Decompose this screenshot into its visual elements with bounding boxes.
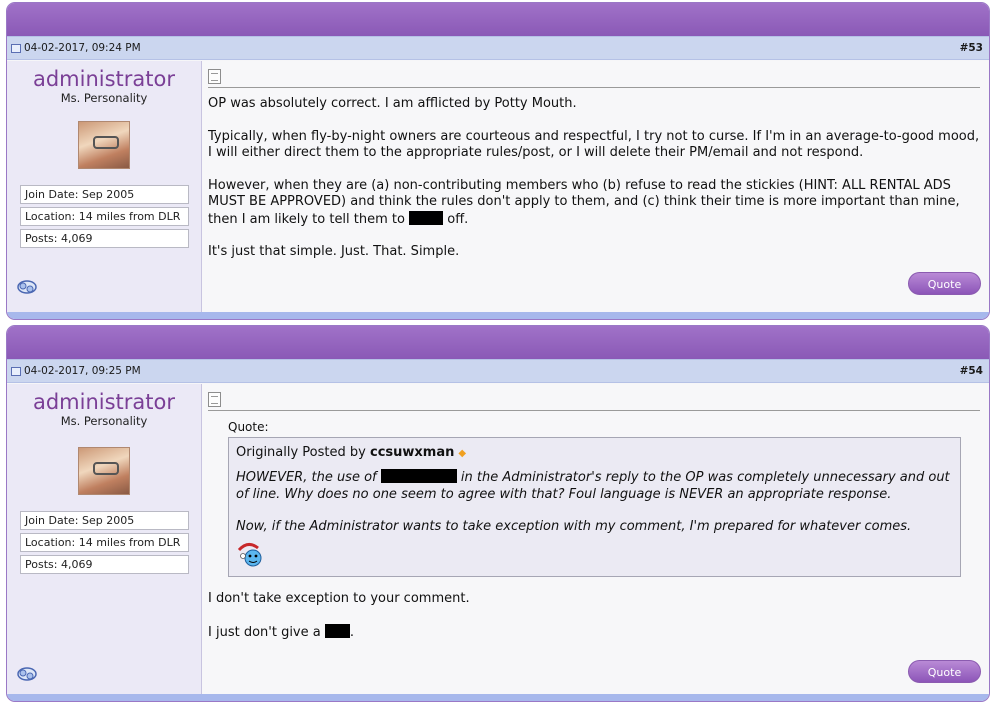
user-info-panel: administrator Ms. Personality Join Date:… — [7, 61, 202, 312]
post-date: 04-02-2017, 09:25 PM — [24, 365, 141, 377]
quote-button[interactable]: Quote — [908, 660, 981, 683]
post-content: OP was absolutely correct. I am afflicte… — [202, 61, 989, 312]
post-icon — [11, 366, 21, 376]
username-link[interactable]: administrator — [7, 67, 201, 91]
post-header-bar — [7, 3, 989, 36]
post-paragraph: It's just that simple. Just. That. Simpl… — [208, 244, 460, 259]
post-paragraph: Typically, when fly-by-night owners are … — [208, 128, 980, 161]
post-text: . — [349, 624, 355, 640]
post-53: 04-02-2017, 09:24 PM #53 administrator M… — [6, 2, 990, 320]
post-number-link[interactable]: #54 — [960, 365, 983, 377]
post-icon — [11, 43, 21, 53]
post-content: Quote: Originally Posted by ccsuwxman ◆ H… — [202, 384, 989, 694]
quote-button[interactable]: Quote — [908, 272, 981, 295]
smiley-icon — [237, 542, 262, 566]
location: Location: 14 miles from DLR — [20, 533, 189, 552]
post-count: Posts: 4,069 — [20, 229, 189, 248]
online-status-icon — [17, 280, 37, 294]
post-footer-strip — [7, 694, 989, 701]
quote-box: Originally Posted by ccsuwxman ◆ HOWEVER,… — [228, 437, 961, 577]
post-54: 04-02-2017, 09:25 PM #54 administrator M… — [6, 325, 990, 702]
post-paragraph: OP was absolutely correct. I am afflicte… — [208, 96, 577, 111]
diamond-icon[interactable]: ◆ — [458, 448, 466, 459]
content-separator — [208, 410, 980, 411]
username-link[interactable]: administrator — [7, 390, 201, 414]
message-icon — [208, 69, 221, 84]
post-date-bar: 04-02-2017, 09:24 PM #53 — [7, 36, 989, 60]
quote-author: ccsuwxman — [369, 445, 455, 460]
post-header-bar — [7, 326, 989, 359]
post-number: 53 — [968, 42, 983, 54]
post-number-link[interactable]: #53 — [960, 42, 983, 54]
redacted-word — [380, 469, 457, 483]
user-info-panel: administrator Ms. Personality Join Date:… — [7, 384, 202, 694]
avatar[interactable] — [78, 447, 130, 495]
post-footer-strip — [7, 312, 989, 319]
post-text: I just don't give a — [208, 624, 321, 640]
message-icon — [208, 392, 221, 407]
location: Location: 14 miles from DLR — [20, 207, 189, 226]
quote-text: HOWEVER, the use of — [236, 470, 377, 485]
post-number: 54 — [968, 365, 983, 377]
post-count: Posts: 4,069 — [20, 555, 189, 574]
post-paragraph: However, when they are (a) non-contribut… — [208, 178, 980, 229]
join-date: Join Date: Sep 2005 — [20, 185, 189, 204]
redacted-word — [324, 623, 350, 638]
post-message: OP was absolutely correct. I am afflicte… — [208, 96, 980, 261]
quote-body: HOWEVER, the use of in the Administrator… — [236, 469, 953, 536]
avatar[interactable] — [78, 121, 130, 169]
post-text: However, when they are (a) non-contribut… — [208, 177, 960, 227]
post-message: I don't take exception to your comment. … — [208, 591, 980, 641]
join-date: Join Date: Sep 2005 — [20, 511, 189, 530]
quote-paragraph: HOWEVER, the use of in the Administrator… — [236, 469, 953, 503]
online-status-icon — [17, 667, 37, 681]
post-text: off. — [447, 211, 469, 227]
post-date: 04-02-2017, 09:24 PM — [24, 42, 141, 54]
post-paragraph: I just don't give a . — [208, 623, 980, 642]
quote-attribution: Originally Posted by ccsuwxman ◆ — [236, 445, 953, 460]
user-title: Ms. Personality — [60, 414, 148, 428]
user-title: Ms. Personality — [60, 91, 148, 105]
post-paragraph: I don't take exception to your comment. — [208, 591, 470, 606]
quote-paragraph: Now, if the Administrator wants to take … — [236, 519, 912, 534]
post-date-bar: 04-02-2017, 09:25 PM #54 — [7, 359, 989, 383]
quote-heading: Quote: — [228, 420, 269, 434]
content-separator — [208, 87, 980, 88]
quote-posted-by: Originally Posted by — [236, 445, 366, 460]
redacted-word — [409, 210, 444, 225]
